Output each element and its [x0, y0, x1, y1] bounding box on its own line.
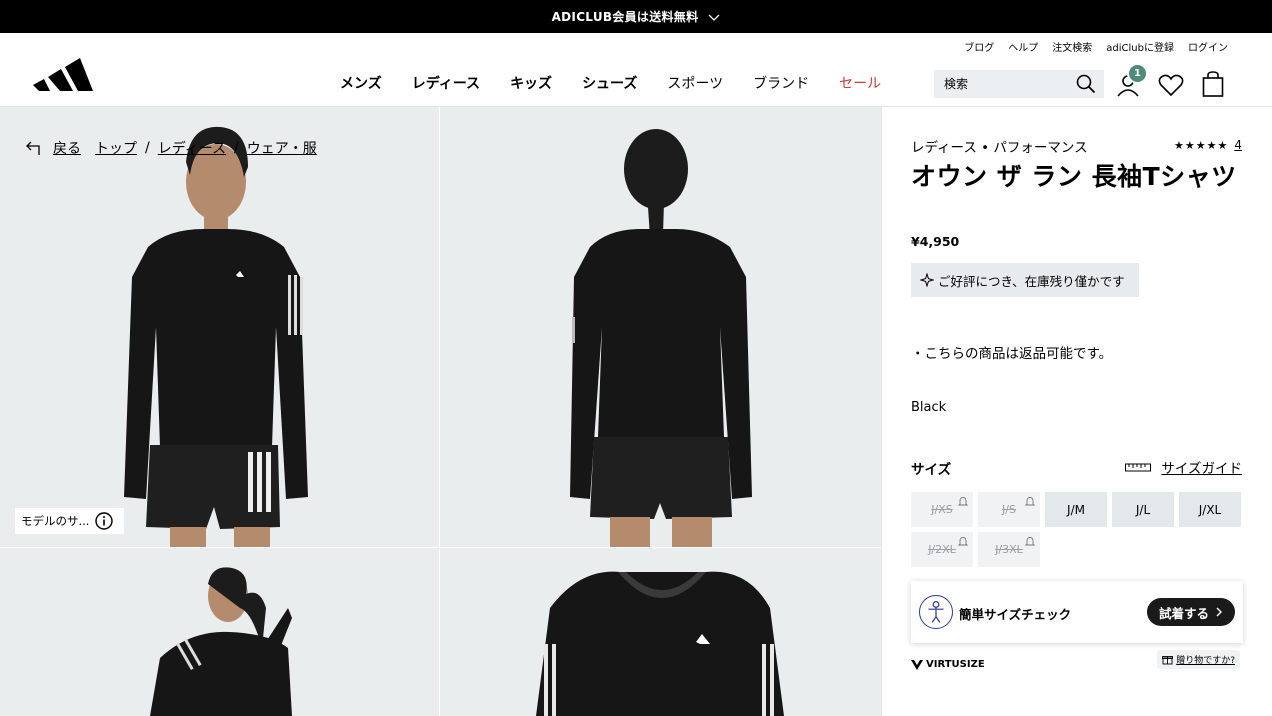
size-option-jxl[interactable]: J/XL [1179, 492, 1241, 527]
model-size-button[interactable]: モデルのサ... [15, 508, 124, 534]
virtusize-brand-text: VIRTUSIZE [926, 659, 985, 670]
adidas-logo[interactable] [33, 55, 93, 93]
size-option-label: J/XL [1198, 502, 1222, 517]
account-badge: 1 [1127, 63, 1148, 84]
breadcrumb-separator: / [234, 140, 239, 156]
notify-bell-icon [1025, 537, 1035, 546]
product-gallery [0, 107, 881, 716]
size-label: サイズ [911, 462, 952, 478]
product-rating[interactable]: ★★★★★ 4 [1174, 138, 1242, 152]
virtusize-card: 簡単サイズチェック 試着する [911, 581, 1243, 643]
shirt-detail-illustration [536, 571, 784, 716]
size-option-label: J/3XL [995, 543, 1023, 556]
nav-item-men[interactable]: メンズ [340, 73, 382, 93]
size-option-label: J/S [1002, 503, 1016, 516]
size-option-jxs[interactable]: J/XS [911, 492, 973, 527]
search-box [934, 70, 1104, 98]
product-price: ¥4,950 [911, 234, 960, 249]
product-title: オウン ザ ラン 長袖Tシャツ [911, 162, 1237, 191]
nav-item-sports[interactable]: スポーツ [667, 73, 723, 93]
model-size-label: モデルのサ... [21, 514, 90, 528]
promo-text: ADICLUB会員は送料無料 [551, 10, 699, 24]
util-link-order-search[interactable]: 注文検索 [1052, 39, 1092, 54]
util-link-blog[interactable]: ブログ [964, 39, 994, 54]
util-link-login[interactable]: ログイン [1188, 39, 1228, 54]
virtusize-logo-icon [911, 659, 923, 670]
utility-links: ブログ ヘルプ 注文検索 adiClubに登録 ログイン [964, 39, 1228, 54]
stock-notice: ご好評につき、在庫残り僅かです [911, 263, 1139, 297]
rating-stars: ★★★★★ [1174, 138, 1229, 152]
product-image-back[interactable] [440, 107, 881, 547]
product-image-front[interactable] [0, 107, 439, 547]
nav-item-brands[interactable]: ブランド [753, 73, 809, 93]
size-guide-link[interactable]: サイズガイド [1125, 457, 1242, 477]
wishlist-heart-icon[interactable] [1158, 73, 1184, 97]
breadcrumb: 戻る トップ / レディース / ウェア・服 [25, 138, 317, 158]
util-link-help[interactable]: ヘルプ [1008, 39, 1038, 54]
virtusize-logo: VIRTUSIZE [911, 659, 985, 670]
review-count-link[interactable]: 4 [1234, 138, 1242, 152]
try-on-label: 試着する [1158, 605, 1209, 621]
try-on-button[interactable]: 試着する [1147, 598, 1235, 626]
size-option-j2xl[interactable]: J/2XL [911, 532, 973, 567]
stock-notice-text: ご好評につき、在庫残り僅かです [938, 273, 1125, 289]
notify-bell-icon [1025, 497, 1035, 506]
nav-item-sale[interactable]: セール [839, 73, 881, 93]
product-info-panel: レディース • パフォーマンス ★★★★★ 4 オウン ザ ラン 長袖Tシャツ … [881, 107, 1272, 716]
breadcrumb-top[interactable]: トップ [95, 138, 137, 158]
util-link-register[interactable]: adiClubに登録 [1106, 39, 1174, 54]
body-measure-icon [919, 595, 953, 629]
size-guide-label: サイズガイド [1161, 461, 1242, 477]
nav-item-kids[interactable]: キッズ [510, 73, 552, 93]
model-back-illustration [570, 129, 752, 547]
product-color: Black [911, 400, 947, 415]
size-option-js[interactable]: J/S [978, 492, 1040, 527]
gift-link-label: 贈り物ですか? [1176, 656, 1235, 666]
shopping-bag-icon[interactable] [1202, 71, 1224, 97]
sparkle-icon [920, 273, 934, 287]
size-check-label: 簡単サイズチェック [959, 607, 1072, 622]
size-option-label: J/M [1067, 502, 1085, 517]
promo-bar[interactable]: ADICLUB会員は送料無料 [0, 0, 1272, 33]
size-option-label: J/L [1135, 502, 1151, 517]
main-nav: メンズ レディース キッズ シューズ スポーツ ブランド セール [340, 73, 911, 93]
search-icon[interactable] [1076, 74, 1096, 94]
notify-bell-icon [958, 537, 968, 546]
model-front-illustration [124, 126, 308, 547]
breadcrumb-wear[interactable]: ウェア・服 [247, 138, 317, 158]
chevron-down-icon [708, 14, 720, 21]
size-option-jm[interactable]: J/M [1045, 492, 1107, 527]
search-input[interactable] [944, 77, 1064, 91]
back-arrow-icon [26, 141, 40, 155]
nav-item-women[interactable]: レディース [412, 73, 480, 93]
product-image-side[interactable] [0, 548, 439, 716]
site-header: ブログ ヘルプ 注文検索 adiClubに登録 ログイン メンズ レディース キ… [0, 33, 1272, 107]
notify-bell-icon [958, 497, 968, 506]
returns-note: ・こちらの商品は返品可能です。 [911, 346, 1113, 362]
breadcrumb-separator: / [145, 140, 150, 156]
info-icon [95, 512, 114, 530]
size-option-jl[interactable]: J/L [1112, 492, 1174, 527]
nav-item-shoes[interactable]: シューズ [582, 73, 637, 93]
breadcrumb-back-link[interactable]: 戻る [53, 138, 81, 158]
gift-icon [1162, 656, 1174, 665]
chevron-right-icon [1216, 607, 1222, 617]
size-option-j3xl[interactable]: J/3XL [978, 532, 1040, 567]
gift-link[interactable]: 贈り物ですか? [1157, 650, 1240, 669]
ruler-icon [1125, 463, 1152, 472]
product-category: レディース • パフォーマンス [911, 140, 1088, 156]
size-option-label: J/XS [931, 503, 953, 516]
product-image-detail[interactable] [440, 548, 881, 716]
model-side-illustration [150, 567, 292, 716]
size-option-label: J/2XL [928, 543, 956, 556]
breadcrumb-women[interactable]: レディース [158, 138, 226, 158]
